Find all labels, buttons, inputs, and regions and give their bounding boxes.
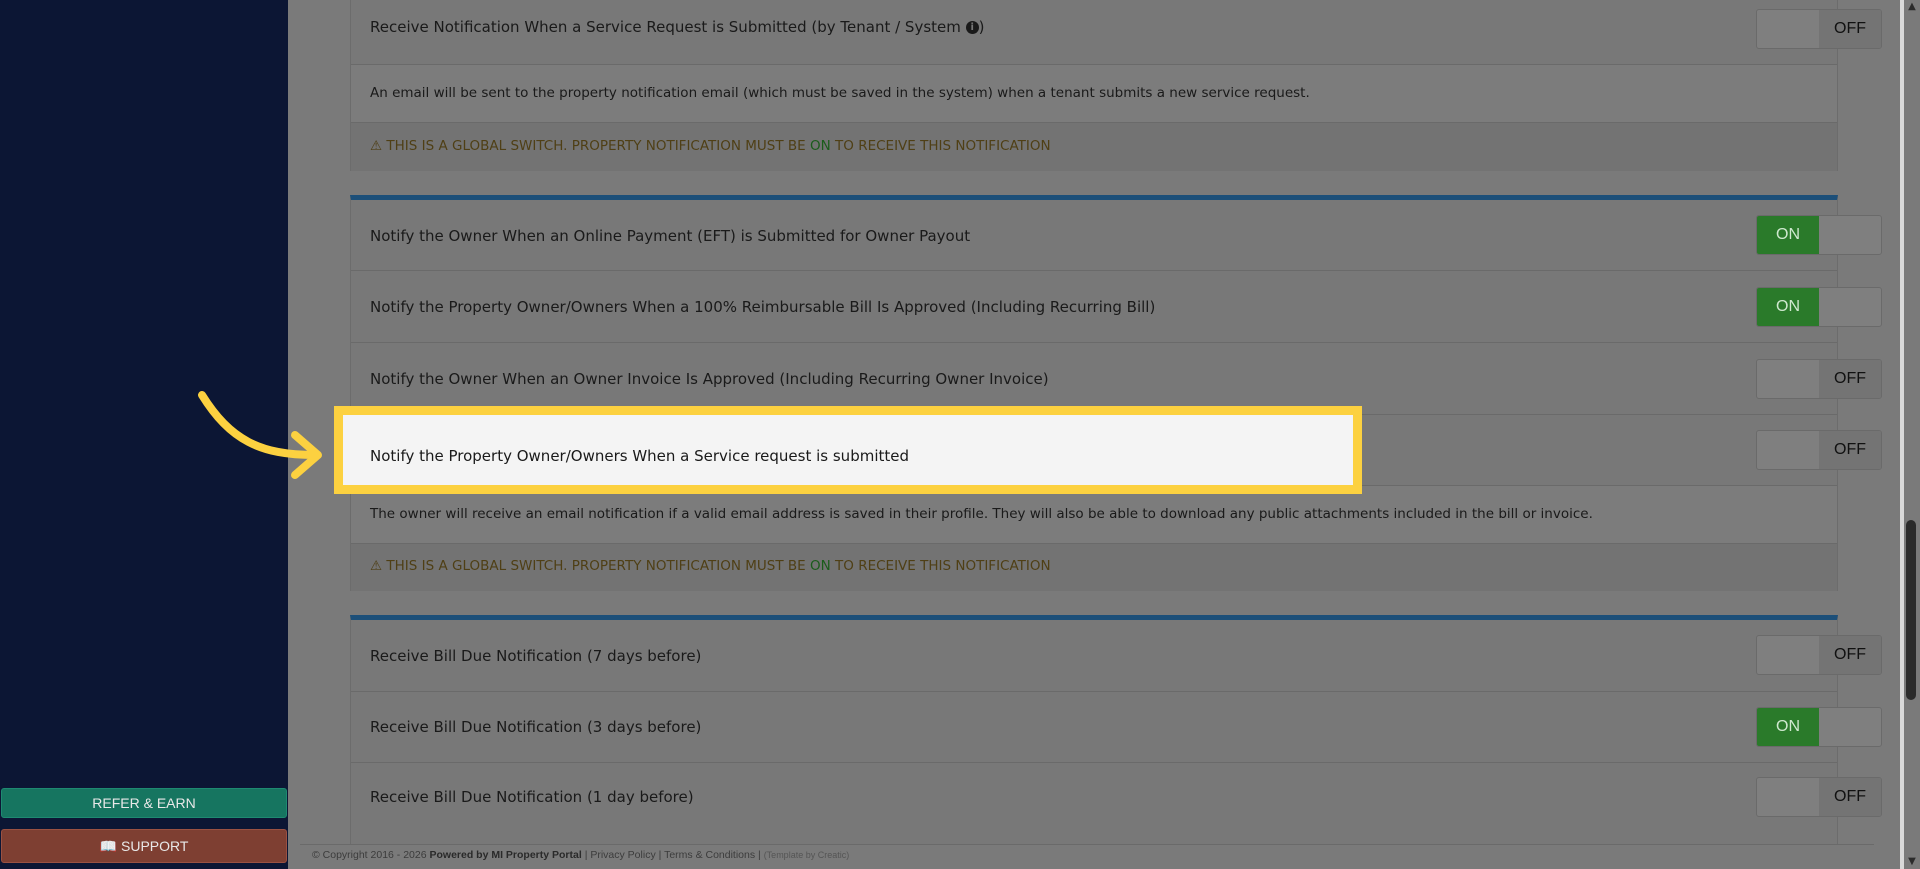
refer-and-earn-button[interactable]: REFER & EARN xyxy=(1,788,287,818)
settings-row: Notify the Owner When an Online Payment … xyxy=(351,200,1882,271)
warning-suffix: TO RECEIVE THIS NOTIFICATION xyxy=(835,558,1051,574)
refer-and-earn-label: REFER & EARN xyxy=(92,795,196,811)
highlight-box: Notify the Property Owner/Owners When a … xyxy=(334,406,1362,494)
service-request-notification-panel: Receive Notification When a Service Requ… xyxy=(350,0,1882,171)
setting-title: Notify the Owner When an Owner Invoice I… xyxy=(370,370,1049,388)
settings-row: Receive Bill Due Notification (3 days be… xyxy=(351,692,1882,763)
setting-title: Receive Bill Due Notification (7 days be… xyxy=(370,647,702,665)
toggle-state: OFF xyxy=(1819,10,1881,48)
setting-title: Notify the Owner When an Online Payment … xyxy=(370,227,971,245)
toggle-switch[interactable]: ON xyxy=(1756,215,1882,255)
setting-title: Receive Bill Due Notification (1 day bef… xyxy=(370,788,694,806)
toggle-state: OFF xyxy=(1819,636,1881,674)
global-switch-warning: ⚠ THIS IS A GLOBAL SWITCH. PROPERTY NOTI… xyxy=(370,558,1051,574)
footer: © Copyright 2016 - 2026 Powered by MI Pr… xyxy=(300,844,1874,869)
book-icon: 📖 xyxy=(99,837,117,854)
toggle-switch[interactable]: OFF xyxy=(1756,9,1882,49)
toggle-switch[interactable]: ON xyxy=(1756,707,1882,747)
warning-prefix: THIS IS A GLOBAL SWITCH. PROPERTY NOTIFI… xyxy=(386,558,806,574)
scrollbar-track[interactable] xyxy=(1904,0,1920,869)
toggle-state: ON xyxy=(1757,216,1819,254)
toggle-switch[interactable]: OFF xyxy=(1756,777,1882,817)
warning-row: ⚠ THIS IS A GLOBAL SWITCH. PROPERTY NOTI… xyxy=(351,123,1837,171)
global-switch-warning: ⚠ THIS IS A GLOBAL SWITCH. PROPERTY NOTI… xyxy=(370,138,1051,154)
warning-triangle-icon: ⚠ xyxy=(370,138,383,154)
toggle-switch[interactable]: OFF xyxy=(1756,359,1882,399)
setting-title: Notify the Property Owner/Owners When a … xyxy=(370,298,1156,316)
toggle-state: OFF xyxy=(1819,431,1881,469)
template-credit: (Template by Creatic) xyxy=(763,850,850,860)
support-button[interactable]: 📖 SUPPORT xyxy=(1,829,287,863)
setting-title: Receive Bill Due Notification (3 days be… xyxy=(370,718,702,736)
toggle-switch[interactable]: OFF xyxy=(1756,635,1882,675)
toggle-state: ON xyxy=(1757,708,1819,746)
support-label: SUPPORT xyxy=(121,838,189,854)
setting-title: Receive Notification When a Service Requ… xyxy=(370,18,985,36)
toggle-switch[interactable]: OFF xyxy=(1756,430,1882,470)
warning-prefix: THIS IS A GLOBAL SWITCH. PROPERTY NOTIFI… xyxy=(386,138,806,154)
warning-on: ON xyxy=(810,558,831,574)
bill-due-notification-panel: Receive Bill Due Notification (7 days be… xyxy=(350,615,1882,845)
warning-suffix: TO RECEIVE THIS NOTIFICATION xyxy=(835,138,1051,154)
warning-on: ON xyxy=(810,138,831,154)
curved-arrow-icon xyxy=(198,391,322,479)
powered-by-text: Powered by MI Property Portal xyxy=(429,849,582,861)
description-row: An email will be sent to the property no… xyxy=(351,65,1837,123)
settings-row: Receive Bill Due Notification (7 days be… xyxy=(351,620,1882,692)
settings-row: Receive Notification When a Service Requ… xyxy=(351,0,1882,65)
toggle-state: ON xyxy=(1757,288,1819,326)
highlighted-setting-title: Notify the Property Owner/Owners When a … xyxy=(370,447,910,465)
settings-row: Notify the Owner When an Owner Invoice I… xyxy=(351,343,1882,415)
description-row: The owner will receive an email notifica… xyxy=(351,486,1837,544)
setting-title-text: Receive Notification When a Service Requ… xyxy=(370,18,961,36)
toggle-switch[interactable]: ON xyxy=(1756,287,1882,327)
warning-row: ⚠ THIS IS A GLOBAL SWITCH. PROPERTY NOTI… xyxy=(351,544,1837,591)
warning-triangle-icon: ⚠ xyxy=(370,558,383,574)
toggle-state: OFF xyxy=(1819,360,1881,398)
setting-description: An email will be sent to the property no… xyxy=(370,85,1310,101)
info-circle-icon[interactable]: i xyxy=(965,21,979,34)
owner-notification-panel: Notify the Owner When an Online Payment … xyxy=(350,195,1882,591)
scroll-up-arrow-icon[interactable]: ▲ xyxy=(1906,2,1918,12)
scroll-down-arrow-icon[interactable]: ▼ xyxy=(1906,857,1918,867)
copyright-text: © Copyright 2016 - 2026 xyxy=(312,849,427,861)
scrollbar-thumb[interactable] xyxy=(1906,520,1916,700)
toggle-state: OFF xyxy=(1819,778,1881,816)
setting-description: The owner will receive an email notifica… xyxy=(370,506,1593,522)
settings-row: Notify the Property Owner/Owners When a … xyxy=(351,271,1882,343)
settings-row: Receive Bill Due Notification (1 day bef… xyxy=(351,763,1882,850)
privacy-policy-link[interactable]: Privacy Policy xyxy=(590,849,655,861)
paren-close: ) xyxy=(978,18,985,36)
terms-link[interactable]: Terms & Conditions xyxy=(664,849,755,861)
